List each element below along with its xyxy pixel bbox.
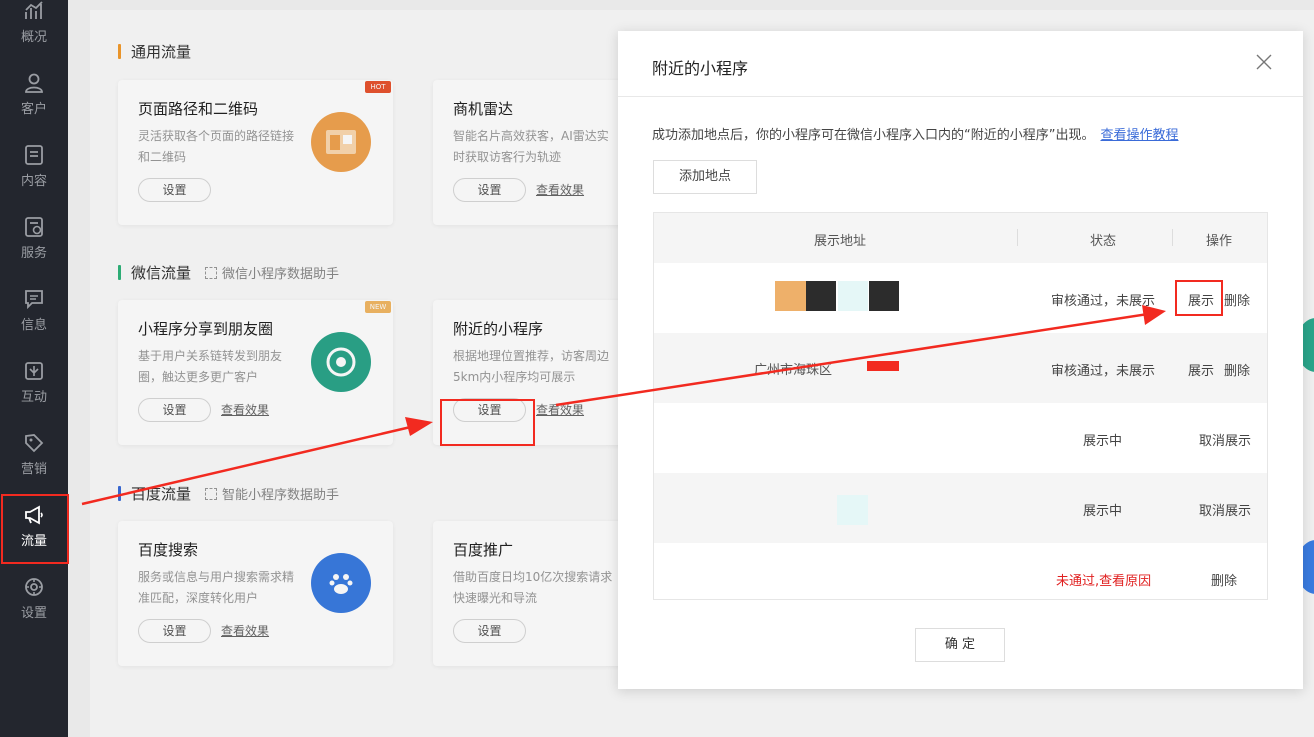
row-status: 展示中 xyxy=(1083,504,1123,519)
cancel-show-button[interactable]: 取消展示 xyxy=(1199,500,1251,519)
table-row: 广州市海珠区 审核通过，未展示 展示 删除 xyxy=(654,333,1267,403)
redacted-block xyxy=(867,361,899,371)
delete-button[interactable]: 删除 xyxy=(1224,360,1250,379)
dialog-notice: 成功添加地点后，你的小程序可在微信小程序入口内的“附近的小程序”出现。 查看操作教… xyxy=(652,128,1179,143)
annotation-highlight-show xyxy=(1175,280,1223,316)
sidebar-item-label: 营销 xyxy=(20,462,47,477)
redacted-block xyxy=(838,281,868,311)
sidebar-item-label: 互动 xyxy=(20,390,47,405)
interact-icon xyxy=(23,360,45,382)
sidebar-item-message[interactable]: 信息 xyxy=(0,288,68,360)
table-row: 未通过,查看原因 删除 xyxy=(654,543,1267,599)
chart-icon xyxy=(23,0,45,22)
user-icon xyxy=(23,72,45,94)
row-address: 广州市海珠区 xyxy=(754,363,833,378)
sidebar-item-label: 服务 xyxy=(20,246,47,261)
delete-button[interactable]: 删除 xyxy=(1211,570,1237,589)
add-location-button[interactable]: 添加地点 xyxy=(653,160,757,194)
close-icon[interactable] xyxy=(1255,53,1273,71)
dialog-title: 附近的小程序 xyxy=(652,59,749,78)
annotation-highlight-traffic xyxy=(1,494,69,564)
table-header: 展示地址 状态 操作 xyxy=(654,213,1267,263)
sidebar-item-label: 客户 xyxy=(20,102,47,117)
sidebar-item-overview[interactable]: 概况 xyxy=(0,0,68,72)
sidebar-item-label: 内容 xyxy=(20,174,47,189)
sidebar-item-content[interactable]: 内容 xyxy=(0,144,68,216)
table-row: 展示中 取消展示 xyxy=(654,473,1267,543)
tutorial-link[interactable]: 查看操作教程 xyxy=(1100,128,1178,143)
row-status-rejected[interactable]: 未通过,查看原因 xyxy=(1056,570,1151,589)
redacted-block xyxy=(837,495,868,525)
delete-button[interactable]: 删除 xyxy=(1224,290,1250,309)
sidebar-item-label: 信息 xyxy=(20,318,47,333)
location-table: 展示地址 状态 操作 审核通过，未展示 展示 删除 广州市海珠区 审核通过，未展… xyxy=(653,212,1268,600)
message-icon xyxy=(23,288,45,310)
gear-icon xyxy=(23,576,45,598)
row-status: 审核通过，未展示 xyxy=(1051,294,1156,309)
sidebar-item-settings[interactable]: 设置 xyxy=(0,576,68,648)
sidebar-item-service[interactable]: 服务 xyxy=(0,216,68,288)
show-button[interactable]: 展示 xyxy=(1188,360,1214,379)
row-status: 展示中 xyxy=(1083,434,1123,449)
column-operation: 操作 xyxy=(1206,234,1233,249)
redacted-block xyxy=(806,281,836,311)
sidebar-item-customer[interactable]: 客户 xyxy=(0,72,68,144)
column-status: 状态 xyxy=(1090,234,1117,249)
nearby-miniprogram-dialog: 附近的小程序 成功添加地点后，你的小程序可在微信小程序入口内的“附近的小程序”出… xyxy=(618,31,1303,689)
sidebar-item-interact[interactable]: 互动 xyxy=(0,360,68,432)
column-address: 展示地址 xyxy=(814,234,867,249)
sidebar: 概况 客户 内容 服务 信息 互动 营销 流量 设置 xyxy=(0,0,68,737)
document-icon xyxy=(23,144,45,166)
cancel-show-button[interactable]: 取消展示 xyxy=(1199,430,1251,449)
sidebar-item-label: 概况 xyxy=(20,30,47,45)
row-status: 审核通过，未展示 xyxy=(1051,364,1156,379)
confirm-button[interactable]: 确 定 xyxy=(915,628,1005,662)
service-icon xyxy=(23,216,45,238)
table-row: 展示中 取消展示 xyxy=(654,403,1267,473)
tag-icon xyxy=(23,432,45,454)
redacted-block xyxy=(869,281,899,311)
redacted-block xyxy=(775,281,808,311)
divider xyxy=(618,96,1303,97)
annotation-highlight-setting xyxy=(440,399,535,446)
sidebar-item-label: 设置 xyxy=(20,606,47,621)
